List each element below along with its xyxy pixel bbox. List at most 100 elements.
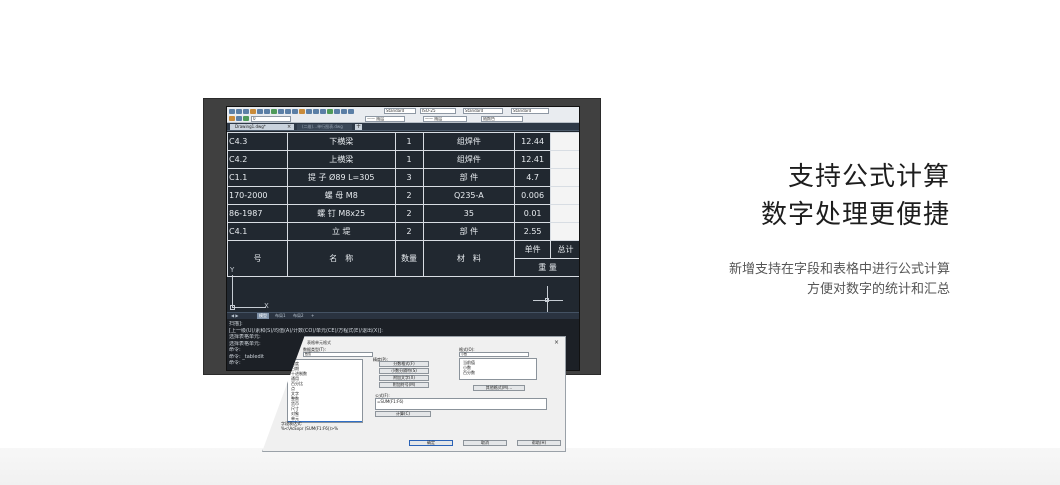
cell-material[interactable]: Q235-A <box>422 186 516 205</box>
undo-icon[interactable] <box>285 109 291 114</box>
cell-name[interactable]: 上横梁 <box>286 150 396 169</box>
cell-qty[interactable]: 1 <box>394 132 424 151</box>
toolbar-layer-row <box>229 116 249 121</box>
light-bulb-icon[interactable] <box>243 116 249 121</box>
other-formats-button[interactable]: 其他格式(M)… <box>473 385 525 391</box>
cell-weight[interactable]: 0.006 <box>514 186 552 205</box>
cell-qty[interactable]: 2 <box>394 222 424 241</box>
cell-name[interactable]: 下横梁 <box>286 132 396 151</box>
cell-weight[interactable]: 12.44 <box>514 132 552 151</box>
plot-style-combo[interactable]: 随颜色 <box>481 116 523 122</box>
cell-material[interactable]: 部 件 <box>422 168 516 187</box>
close-icon[interactable]: × <box>554 339 559 346</box>
help-icon[interactable] <box>348 109 354 114</box>
fraction-format-button[interactable]: 分数格式(F) <box>379 361 429 367</box>
pan-icon[interactable] <box>299 109 305 114</box>
text-style-combo[interactable]: Standard <box>384 108 416 114</box>
calculator-icon[interactable] <box>341 109 347 114</box>
cell-total-selected[interactable] <box>550 222 579 241</box>
tool-palette-icon[interactable] <box>334 109 340 114</box>
help-button[interactable]: 帮助(H) <box>517 440 561 446</box>
print-icon[interactable] <box>250 109 256 114</box>
table-row[interactable]: 170-2000 螺 母 M8 2 Q235-A 0.006 <box>227 186 579 205</box>
redo-icon[interactable] <box>292 109 298 114</box>
cell-name[interactable]: 提 子 Ø89 L=305 <box>286 168 396 187</box>
properties-icon[interactable] <box>320 109 326 114</box>
additional-symbol-button[interactable]: 附加符号(M) <box>379 382 429 388</box>
table-style-combo[interactable]: Standard <box>463 108 503 114</box>
cell-name[interactable]: 螺 钉 M8x25 <box>286 204 396 223</box>
cell-code[interactable]: C4.1 <box>227 222 288 241</box>
zoom-icon[interactable] <box>306 109 312 114</box>
cell-total-selected[interactable] <box>550 186 579 205</box>
cell-code[interactable]: C4.2 <box>227 150 288 169</box>
table-row[interactable]: C4.1 立 堤2部 件 2.55 <box>227 222 579 241</box>
formula-input[interactable]: =SUM(F1:F6) <box>375 398 547 410</box>
cell-total-selected[interactable] <box>550 168 579 187</box>
drawing-area[interactable]: C4.3 下横梁 1 组焊件 12.44 C4.2 上横梁 1 组焊件 12.41 C1.1 提 子 … <box>227 132 579 316</box>
cell-qty[interactable]: 1 <box>394 150 424 169</box>
cad-screen: Standard ISO-25 Standard Standard 0 —— 随… <box>226 106 580 371</box>
category-combo[interactable]: 数值 <box>303 352 373 357</box>
copy-icon[interactable] <box>264 109 270 114</box>
zoom-window-icon[interactable] <box>313 109 319 114</box>
multileader-style-combo[interactable]: Standard <box>511 108 549 114</box>
cell-total-selected[interactable] <box>550 132 579 151</box>
lineweight-combo[interactable]: —— 随层 <box>423 116 467 122</box>
dim-style-combo[interactable]: ISO-25 <box>420 108 456 114</box>
cut-icon[interactable] <box>257 109 263 114</box>
cell-weight[interactable]: 4.7 <box>514 168 552 187</box>
layer-combo[interactable]: 0 <box>251 116 291 122</box>
data-type-list[interactable]: 角度日期十进制数通用百分比点文字整数货币尺寸对象单元公式字段块分数 <box>287 359 363 423</box>
new-file-icon[interactable] <box>229 109 235 114</box>
cell-material[interactable]: 35 <box>422 204 516 223</box>
cell-name[interactable]: 立 堤 <box>286 222 396 241</box>
recalc-button[interactable]: 计算(C) <box>375 411 431 417</box>
cell-total-selected[interactable] <box>550 204 579 223</box>
cell-material[interactable]: 部 件 <box>422 222 516 241</box>
format-option[interactable]: 百分数 <box>460 370 536 375</box>
cell-weight[interactable]: 2.55 <box>514 222 552 241</box>
format-combo[interactable]: 小数 <box>459 352 529 357</box>
format-options-list[interactable]: 当前值 小数 百分数 <box>459 358 537 380</box>
table-row[interactable]: C4.3 下横梁 1 组焊件 12.44 <box>227 132 579 151</box>
cell-qty[interactable]: 3 <box>394 168 424 187</box>
cell-weight[interactable]: 12.41 <box>514 150 552 169</box>
dialog-title: 表格单元格式 <box>307 340 331 345</box>
table-row[interactable]: 86-1987 螺 钉 M8x25 2 35 0.01 <box>227 204 579 223</box>
linetype-combo[interactable]: —— 随层 <box>365 116 405 122</box>
headline-line-1: 支持公式计算 <box>787 162 950 192</box>
bom-table[interactable]: C4.3 下横梁 1 组焊件 12.44 C4.2 上横梁 1 组焊件 12.41 C1.1 提 子 … <box>227 132 579 277</box>
cell-qty[interactable]: 2 <box>394 186 424 205</box>
layer-properties-icon[interactable] <box>229 116 235 121</box>
cell-material[interactable]: 组焊件 <box>422 132 516 151</box>
cell-code[interactable]: 170-2000 <box>227 186 288 205</box>
cell-material[interactable]: 组焊件 <box>422 150 516 169</box>
cell-weight[interactable]: 0.01 <box>514 204 552 223</box>
additional-text-button[interactable]: 附加文字(X) <box>379 375 429 381</box>
layer-state-icon[interactable] <box>236 116 242 121</box>
cancel-button[interactable]: 取消 <box>463 440 507 446</box>
tab-other-drawing[interactable]: (二维)…单行图表.dwg <box>297 124 352 130</box>
cell-total-selected[interactable] <box>550 150 579 169</box>
paste-icon[interactable] <box>271 109 277 114</box>
close-icon[interactable]: × <box>287 124 291 130</box>
cell-qty[interactable]: 2 <box>394 204 424 223</box>
cell-name[interactable]: 螺 母 M8 <box>286 186 396 205</box>
ok-button[interactable]: 确定 <box>409 440 453 446</box>
open-file-icon[interactable] <box>236 109 242 114</box>
cell-code[interactable]: C1.1 <box>227 168 288 187</box>
match-properties-icon[interactable] <box>278 109 284 114</box>
add-tab-button[interactable]: + <box>355 124 362 130</box>
cell-code[interactable]: C4.3 <box>227 132 288 151</box>
design-center-icon[interactable] <box>327 109 333 114</box>
toolbar-icon-row <box>229 109 354 114</box>
header-material: 材 料 <box>422 240 516 277</box>
header-qty: 数量 <box>394 240 424 277</box>
tab-drawing1[interactable]: Drawing1.dwg* × <box>230 124 294 130</box>
table-row[interactable]: C1.1 提 子 Ø89 L=305 3 部 件 4.7 <box>227 168 579 187</box>
cell-code[interactable]: 86-1987 <box>227 204 288 223</box>
table-row[interactable]: C4.2 上横梁 1 组焊件 12.41 <box>227 150 579 169</box>
decimal-separator-button[interactable]: 小数分隔符(S) <box>379 368 429 374</box>
save-icon[interactable] <box>243 109 249 114</box>
